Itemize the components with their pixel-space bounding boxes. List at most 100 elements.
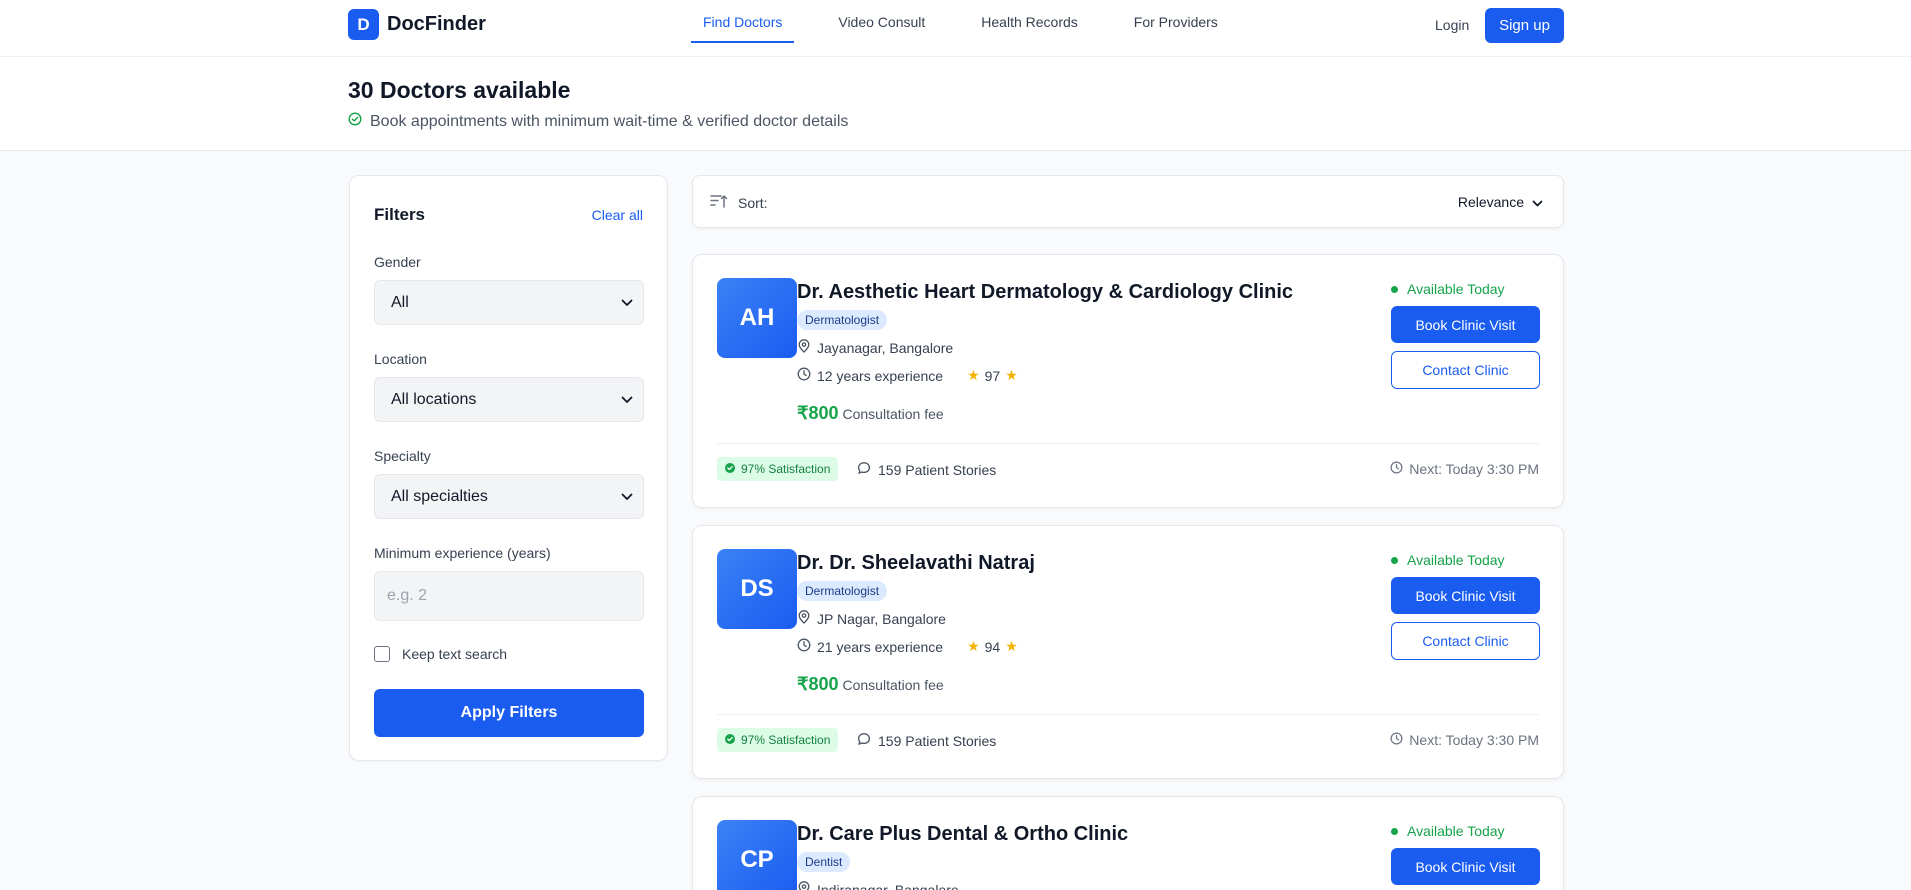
experience-label: Minimum experience (years) [374,545,551,561]
gender-label: Gender [374,254,421,270]
location-select[interactable]: All locations [374,377,644,422]
sort-value: Relevance [1457,194,1524,210]
check-badge-icon [725,733,735,747]
experience-row: 21 years experience ★ 94 ★ [797,638,1018,655]
patient-stories[interactable]: 159 Patient Stories [857,461,996,478]
stories-text: 159 Patient Stories [878,461,997,478]
doctor-avatar: AH [717,278,797,358]
results-header: 30 Doctors available Book appointments w… [0,57,1911,151]
book-clinic-visit-button[interactable]: Book Clinic Visit [1391,848,1540,885]
rating-value: 97 [984,367,1001,384]
rating: ★ 94 ★ [967,638,1018,655]
fee-label: Consultation fee [842,406,944,422]
sort-icon [710,193,728,212]
main-nav: Find Doctors Video Consult Health Record… [691,0,1262,57]
stories-text: 159 Patient Stories [878,732,997,749]
logo-icon: D [348,9,379,40]
book-clinic-visit-button[interactable]: Book Clinic Visit [1391,577,1540,614]
subtitle-text: Book appointments with minimum wait-time… [370,112,849,130]
patient-stories[interactable]: 159 Patient Stories [857,732,996,749]
doctor-card: DS Dr. Dr. Sheelavathi Natraj Dermatolog… [692,525,1564,779]
chevron-down-icon [621,294,633,312]
card-divider [717,714,1539,715]
fee-amount: ₹800 [797,403,839,423]
check-circle-icon [348,112,362,131]
specialty-badge: Dentist [797,852,851,872]
apply-filters-button[interactable]: Apply Filters [374,689,644,737]
doctor-card: AH Dr. Aesthetic Heart Dermatology & Car… [692,254,1564,508]
specialty-value: All specialties [391,487,488,505]
gender-select[interactable]: All [374,280,644,325]
keep-text-search-row[interactable]: Keep text search [374,646,507,662]
map-pin-icon [797,339,811,356]
doctor-avatar: CP [717,820,797,890]
clock-icon [797,367,811,384]
clock-icon [797,638,811,655]
brand-logo[interactable]: D DocFinder [348,9,486,40]
map-pin-icon [797,881,811,890]
doctor-avatar: DS [717,549,797,629]
filters-title: Filters [374,205,426,224]
nav-video-consult[interactable]: Video Consult [826,0,937,43]
check-badge-icon [725,462,735,476]
next-slot-text: Next: Today 3:30 PM [1409,732,1539,748]
brand-name: DocFinder [387,13,486,35]
chevron-down-icon [621,488,633,506]
chat-bubble-icon [857,461,871,478]
experience-text: 12 years experience [817,367,944,384]
next-slot: Next: Today 3:30 PM [1390,732,1539,748]
contact-clinic-button[interactable]: Contact Clinic [1391,622,1540,660]
clear-all-link[interactable]: Clear all [592,207,643,223]
clock-icon [1390,732,1403,748]
specialty-badge: Dermatologist [797,310,888,330]
fee-row: ₹800 Consultation fee [797,674,944,695]
page-title: 30 Doctors available [348,77,571,103]
contact-clinic-button[interactable]: Contact Clinic [1391,351,1540,389]
specialty-badge: Dermatologist [797,581,888,601]
status-dot-icon [1391,827,1398,835]
doctor-card: CP Dr. Care Plus Dental & Ortho Clinic D… [692,796,1564,890]
next-slot: Next: Today 3:30 PM [1390,461,1539,477]
signup-button[interactable]: Sign up [1485,8,1564,43]
fee-row: ₹800 Consultation fee [797,403,944,424]
chevron-down-icon [621,391,633,409]
availability-status: Available Today [1391,552,1505,568]
availability-status: Available Today [1391,281,1505,297]
top-navbar: D DocFinder Find Doctors Video Consult H… [0,0,1911,57]
card-divider [717,443,1539,444]
sort-dropdown[interactable]: Relevance [1458,194,1543,210]
doctor-name[interactable]: Dr. Care Plus Dental & Ortho Clinic [797,823,1128,846]
satisfaction-text: 97% Satisfaction [741,462,831,476]
login-link[interactable]: Login [1435,17,1469,33]
nav-for-providers[interactable]: For Providers [1122,0,1230,43]
keep-text-search-label: Keep text search [402,646,508,662]
location-text: JP Nagar, Bangalore [817,610,946,627]
fee-label: Consultation fee [842,677,944,693]
doctor-name[interactable]: Dr. Dr. Sheelavathi Natraj [797,552,1035,575]
clock-icon [1390,461,1403,477]
availability-status: Available Today [1391,823,1505,839]
fee-amount: ₹800 [797,674,839,694]
doctor-name[interactable]: Dr. Aesthetic Heart Dermatology & Cardio… [797,281,1293,304]
keep-text-search-checkbox[interactable] [374,646,390,662]
star-icon: ★ [967,638,980,654]
nav-health-records[interactable]: Health Records [969,0,1090,43]
location-label: Location [374,351,427,367]
rating-value: 94 [984,638,1001,655]
location-text: Indiranagar, Bangalore [817,881,959,890]
experience-input[interactable] [374,571,644,621]
specialty-select[interactable]: All specialties [374,474,644,519]
experience-row: 12 years experience ★ 97 ★ [797,367,1018,384]
location-value: All locations [391,390,477,408]
location-text: Jayanagar, Bangalore [817,339,954,356]
nav-find-doctors[interactable]: Find Doctors [691,0,795,43]
book-clinic-visit-button[interactable]: Book Clinic Visit [1391,306,1540,343]
filters-panel: Filters Clear all Gender All Location Al… [349,175,668,761]
map-pin-icon [797,610,811,627]
gender-value: All [391,293,409,311]
next-slot-text: Next: Today 3:30 PM [1409,461,1539,477]
location-row: JP Nagar, Bangalore [797,610,946,627]
location-row: Indiranagar, Bangalore [797,881,959,890]
page-subtitle: Book appointments with minimum wait-time… [348,112,848,131]
experience-text: 21 years experience [817,638,944,655]
